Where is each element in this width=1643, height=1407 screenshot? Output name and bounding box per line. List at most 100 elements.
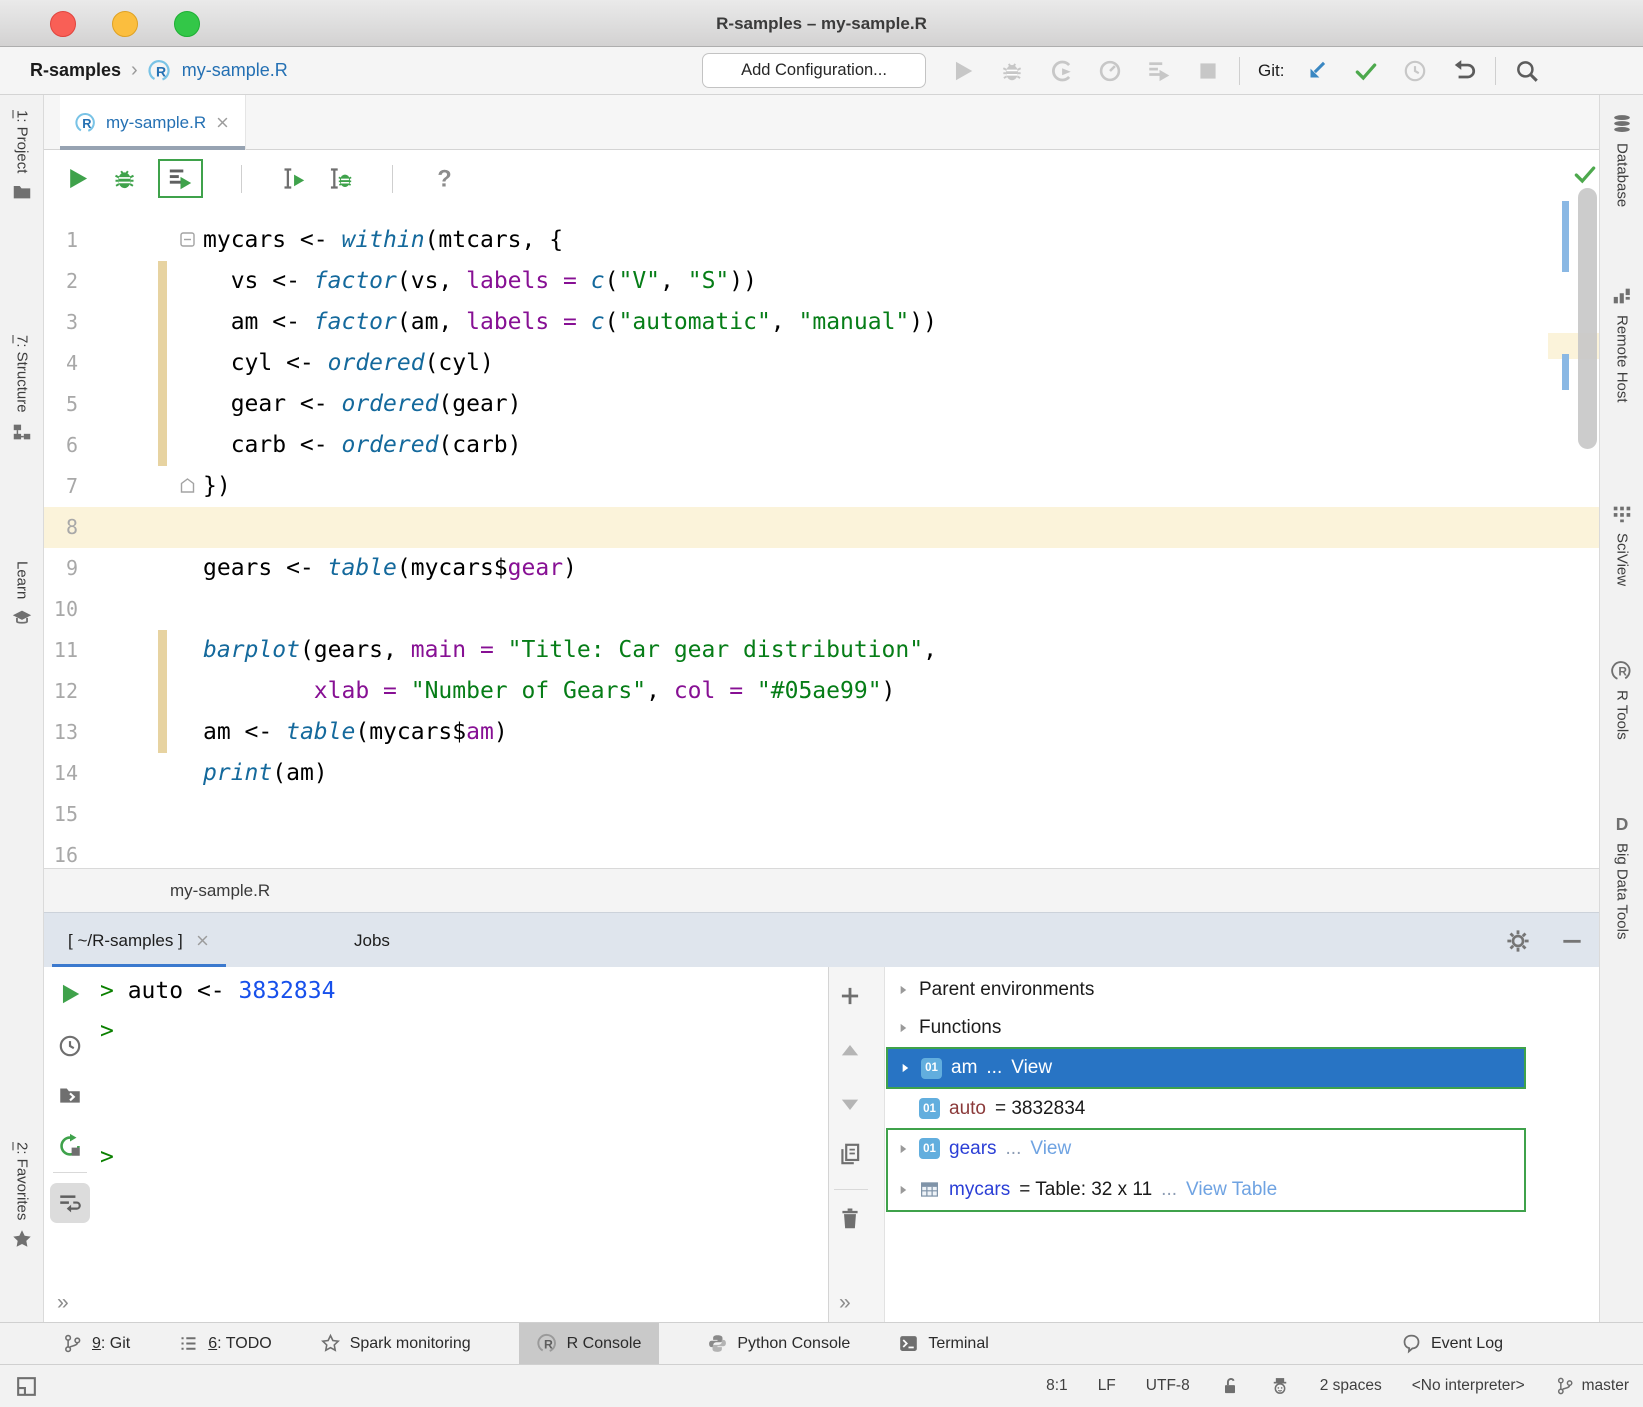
debug-icon[interactable] bbox=[999, 58, 1025, 84]
variable-row-auto[interactable]: 01auto = 3832834 bbox=[886, 1089, 1526, 1128]
add-configuration-button[interactable]: Add Configuration... bbox=[702, 53, 926, 88]
restart-icon[interactable] bbox=[57, 1133, 83, 1159]
git-rollback-icon[interactable] bbox=[1451, 58, 1477, 84]
code-line-12[interactable]: 12 xlab = "Number of Gears", col = "#05a… bbox=[44, 671, 1599, 712]
copy-icon[interactable] bbox=[837, 1141, 863, 1167]
expand-arrow-icon[interactable] bbox=[898, 1061, 912, 1075]
run-from-line-icon[interactable] bbox=[280, 165, 307, 192]
status-item--no-interpreter-[interactable]: <No interpreter> bbox=[1412, 1377, 1525, 1395]
status-item-lf[interactable]: LF bbox=[1098, 1377, 1116, 1395]
toolwindow-button-r-console[interactable]: RR Console bbox=[519, 1323, 660, 1364]
stripe-button--structure[interactable]: 7: Structure bbox=[0, 335, 44, 443]
hidden-actions-icon[interactable]: » bbox=[839, 1291, 849, 1315]
view-link[interactable]: View bbox=[1011, 1057, 1052, 1079]
settings-gear-icon[interactable] bbox=[1505, 928, 1531, 954]
toolwindow-button-terminal[interactable]: Terminal bbox=[898, 1323, 988, 1364]
code-line-9[interactable]: 9gears <- table(mycars$gear) bbox=[44, 548, 1599, 589]
debug-file-icon[interactable] bbox=[111, 165, 138, 192]
breadcrumb-project[interactable]: R-samples bbox=[30, 60, 121, 81]
stripe-button--project[interactable]: 1: Project bbox=[0, 110, 44, 203]
status-item-master[interactable]: master bbox=[1555, 1376, 1629, 1396]
git-history-icon[interactable] bbox=[1402, 58, 1428, 84]
console-output[interactable]: > auto <- 3832834>> bbox=[100, 967, 819, 1322]
variable-row-mycars[interactable]: mycars = Table: 32 x 11 ... View Table bbox=[886, 1169, 1526, 1210]
console-tab-runtime[interactable]: [ ~/R-samples ] bbox=[52, 913, 226, 968]
toolwindow-button--git[interactable]: 9: Git bbox=[62, 1323, 130, 1364]
stripe-button-database[interactable]: Database bbox=[1600, 113, 1643, 207]
expand-arrow-icon[interactable] bbox=[896, 983, 910, 997]
stripe-button-sciview[interactable]: SciView bbox=[1600, 503, 1643, 586]
variable-row-gears[interactable]: 01gears ... View bbox=[886, 1128, 1526, 1169]
run-icon[interactable] bbox=[950, 58, 976, 84]
status-item-2-spaces[interactable]: 2 spaces bbox=[1320, 1377, 1382, 1395]
delete-icon[interactable] bbox=[837, 1206, 863, 1232]
toolwindow-button--todo[interactable]: 6: TODO bbox=[178, 1323, 271, 1364]
editor-breadcrumb-file[interactable]: my-sample.R bbox=[170, 881, 270, 901]
run-selection-mono-icon[interactable] bbox=[1146, 58, 1172, 84]
history-icon[interactable] bbox=[57, 1033, 83, 1059]
variable-row-am[interactable]: 01am ... View bbox=[886, 1047, 1526, 1089]
code-line-13[interactable]: 13am <- table(mycars$am) bbox=[44, 712, 1599, 753]
stripe-button-learn[interactable]: Learn bbox=[0, 561, 44, 629]
code-line-3[interactable]: 3 am <- factor(am, labels = c("automatic… bbox=[44, 302, 1599, 343]
close-console-icon[interactable] bbox=[195, 933, 210, 948]
search-everywhere-icon[interactable] bbox=[1514, 58, 1540, 84]
editor-tab-my-sample[interactable]: R my-sample.R bbox=[60, 95, 246, 150]
profiler-icon[interactable] bbox=[1097, 58, 1123, 84]
console-prompt[interactable]: > bbox=[100, 1139, 114, 1175]
hidden-actions-icon[interactable]: » bbox=[57, 1291, 67, 1315]
coverage-icon[interactable] bbox=[1048, 58, 1074, 84]
close-tab-icon[interactable] bbox=[215, 115, 230, 130]
run-icon[interactable] bbox=[57, 981, 83, 1007]
code-line-16[interactable]: 16 bbox=[44, 835, 1599, 868]
tree-group-parent-environments[interactable]: Parent environments bbox=[886, 971, 1526, 1009]
debug-from-line-icon[interactable] bbox=[327, 165, 354, 192]
stripe-button-r-tools[interactable]: RR Tools bbox=[1600, 660, 1643, 740]
expand-arrow-icon[interactable] bbox=[896, 1021, 910, 1035]
expand-arrow-icon[interactable] bbox=[896, 1142, 910, 1156]
code-line-8[interactable]: 8 bbox=[44, 507, 1599, 548]
view-link[interactable]: View bbox=[1030, 1138, 1071, 1160]
console-tab-jobs[interactable]: Jobs bbox=[336, 913, 408, 968]
run-file-icon[interactable] bbox=[64, 165, 91, 192]
code-editor[interactable]: 1mycars <- within(mtcars, {2 vs <- facto… bbox=[44, 206, 1599, 868]
working-directory-icon[interactable] bbox=[57, 1082, 83, 1108]
editor-scrollbar[interactable] bbox=[1578, 188, 1597, 449]
status-item-8-1[interactable]: 8:1 bbox=[1046, 1377, 1068, 1395]
status-item-hector[interactable] bbox=[1270, 1376, 1290, 1396]
stripe-button-remote-host[interactable]: Remote Host bbox=[1600, 285, 1643, 403]
code-line-1[interactable]: 1mycars <- within(mtcars, { bbox=[44, 220, 1599, 261]
git-commit-icon[interactable] bbox=[1353, 58, 1379, 84]
stripe-button--favorites[interactable]: 2: Favorites bbox=[0, 1142, 44, 1250]
toolwindow-button-event-log[interactable]: Event Log bbox=[1401, 1323, 1503, 1364]
code-line-5[interactable]: 5 gear <- ordered(gear) bbox=[44, 384, 1599, 425]
status-item-lock-open[interactable] bbox=[1220, 1376, 1240, 1396]
tree-group-functions[interactable]: Functions bbox=[886, 1009, 1526, 1047]
toolwindow-button-spark-monitoring[interactable]: Spark monitoring bbox=[320, 1323, 471, 1364]
code-line-4[interactable]: 4 cyl <- ordered(cyl) bbox=[44, 343, 1599, 384]
minimize-panel-icon[interactable] bbox=[1559, 928, 1585, 954]
code-line-14[interactable]: 14print(am) bbox=[44, 753, 1599, 794]
help-icon[interactable]: ? bbox=[431, 165, 458, 192]
soft-wrap-toggle[interactable] bbox=[50, 1183, 90, 1223]
code-line-15[interactable]: 15 bbox=[44, 794, 1599, 835]
status-item-utf-8[interactable]: UTF-8 bbox=[1146, 1377, 1190, 1395]
toolwindow-button-python-console[interactable]: Python Console bbox=[707, 1323, 850, 1364]
up-icon[interactable] bbox=[837, 1038, 863, 1064]
code-line-7[interactable]: 7}) bbox=[44, 466, 1599, 507]
expand-arrow-icon[interactable] bbox=[896, 1183, 910, 1197]
code-line-2[interactable]: 2 vs <- factor(vs, labels = c("V", "S")) bbox=[44, 261, 1599, 302]
down-icon[interactable] bbox=[837, 1091, 863, 1117]
git-update-icon[interactable] bbox=[1304, 58, 1330, 84]
tool-windows-toggle-icon[interactable] bbox=[14, 1374, 39, 1399]
fold-marker-icon[interactable] bbox=[180, 232, 195, 247]
run-selection-icon[interactable] bbox=[167, 165, 194, 192]
add-watch-icon[interactable] bbox=[837, 983, 863, 1009]
fold-marker-icon[interactable] bbox=[180, 478, 195, 493]
breadcrumb-file[interactable]: my-sample.R bbox=[182, 60, 288, 81]
stop-icon[interactable] bbox=[1195, 58, 1221, 84]
view-link[interactable]: View Table bbox=[1186, 1179, 1277, 1201]
stripe-button-big-data-tools[interactable]: DBig Data Tools bbox=[1600, 813, 1643, 939]
run-selection-highlight-box[interactable] bbox=[158, 159, 203, 198]
code-line-10[interactable]: 10 bbox=[44, 589, 1599, 630]
